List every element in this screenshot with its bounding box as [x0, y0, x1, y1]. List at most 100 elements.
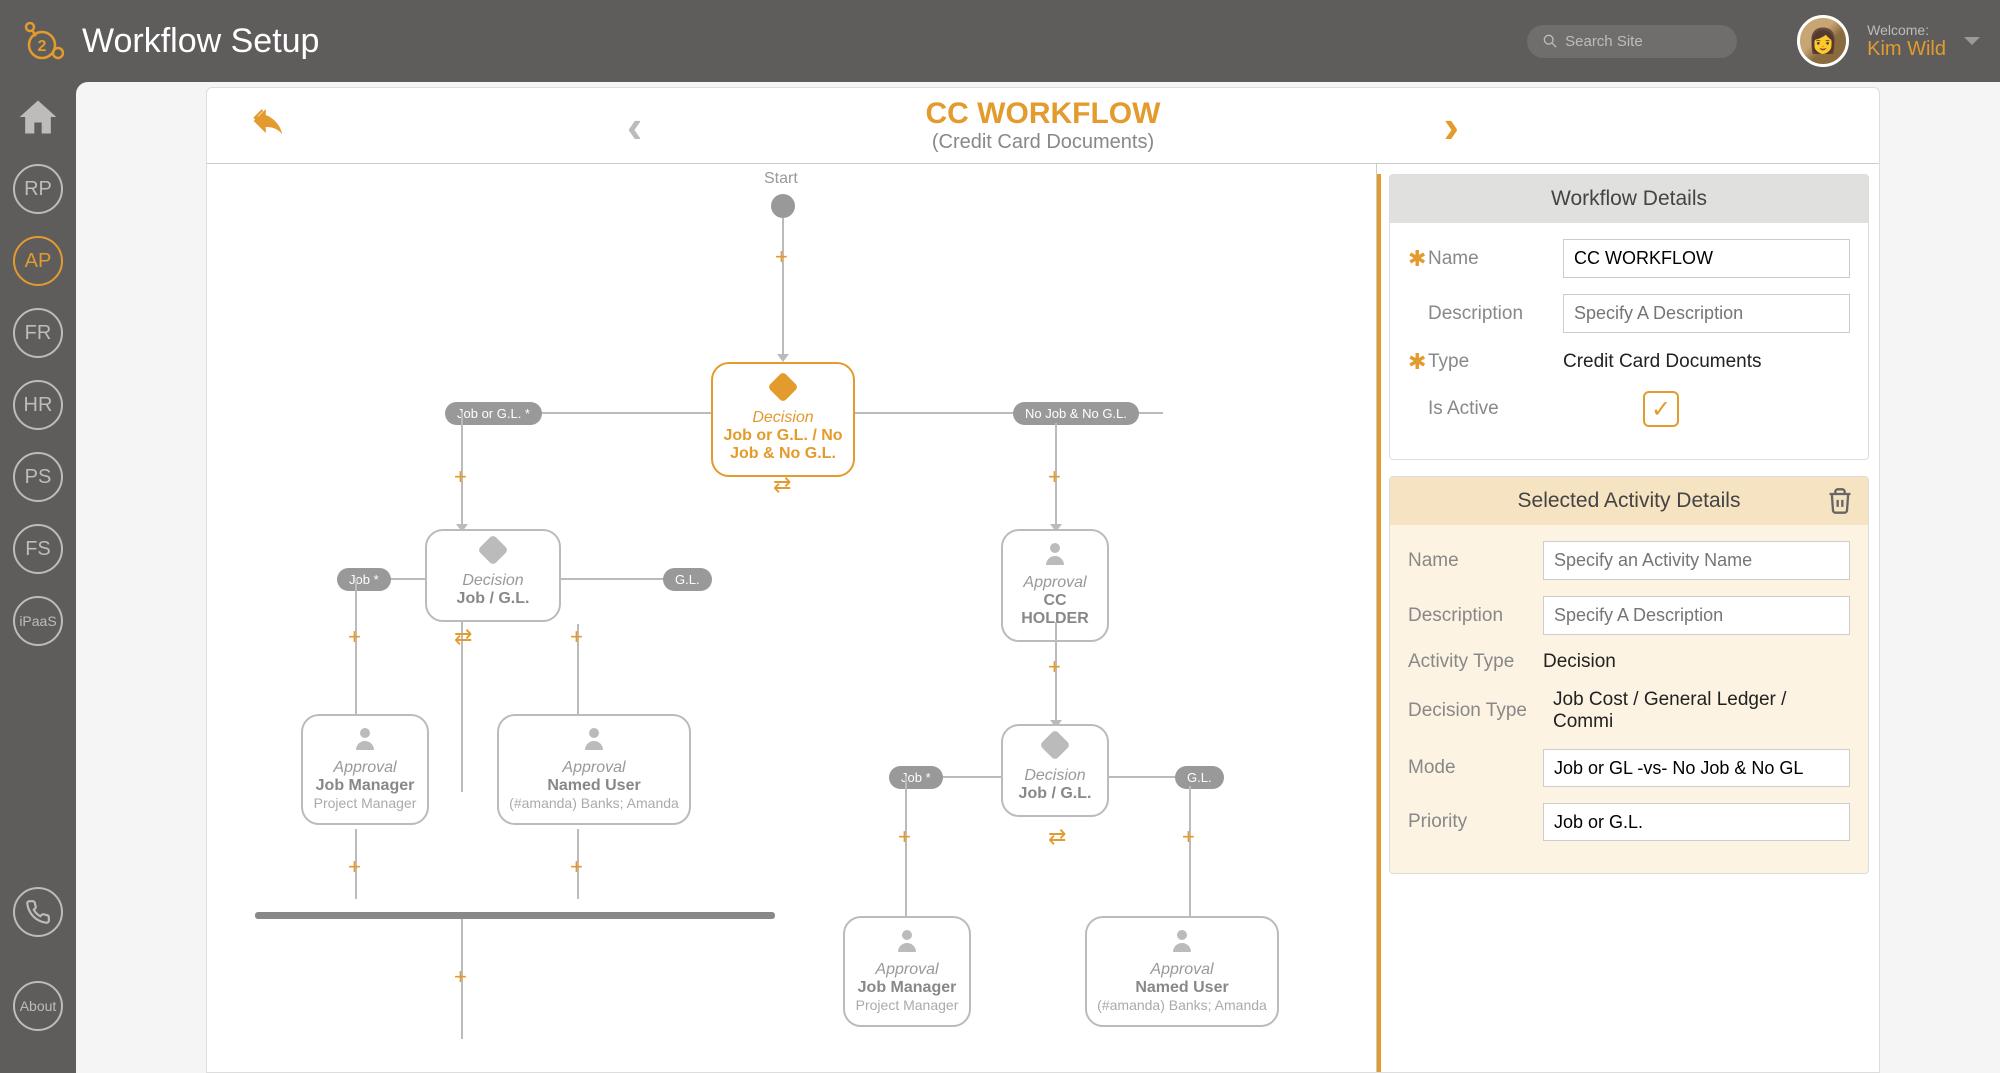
swap-icon[interactable]: ⇄ [773, 472, 791, 498]
app-header: 2 Workflow Setup 👩 Welcome: Kim Wild [0, 0, 2000, 82]
required-icon: ✱ [1408, 246, 1422, 272]
start-label: Start [764, 170, 798, 188]
branch-pill-nojob-nogl[interactable]: No Job & No G.L. [1013, 402, 1139, 425]
start-node[interactable] [771, 194, 795, 218]
workflow-type-value: Credit Card Documents [1563, 351, 1850, 373]
sidebar-item-hr[interactable]: HR [13, 380, 63, 430]
priority-label: Priority [1408, 811, 1543, 833]
user-name: Kim Wild [1867, 38, 1946, 61]
sidebar-item-ps[interactable]: PS [13, 452, 63, 502]
delete-activity-button[interactable] [1826, 487, 1854, 515]
node-subtitle: Project Manager [853, 997, 961, 1013]
search-input[interactable] [1565, 33, 1721, 50]
activity-details-card: Selected Activity Details Name Descripti… [1389, 476, 1869, 874]
swap-icon[interactable]: ⇄ [1048, 824, 1066, 850]
workflow-canvas[interactable]: Start + Decision Job or G.L. / No Job & … [207, 164, 1377, 1072]
add-step-button[interactable]: + [454, 964, 467, 990]
panel-splitter[interactable] [1377, 174, 1381, 1072]
app-logo: 2 [20, 19, 64, 63]
sidebar-item-ipaas[interactable]: iPaaS [13, 596, 63, 646]
approval-node-nameduser2[interactable]: Approval Named User (#amanda) Banks; Ama… [1085, 916, 1279, 1027]
branch-pill-job2[interactable]: Job * [889, 766, 943, 789]
workflow-title-block: CC WORKFLOW (Credit Card Documents) [207, 97, 1879, 154]
branch-pill-gl[interactable]: G.L. [663, 568, 712, 591]
workflow-title: CC WORKFLOW [207, 97, 1879, 131]
workflow-panel: ‹ CC WORKFLOW (Credit Card Documents) › … [206, 87, 1880, 1073]
node-subtitle: (#amanda) Banks; Amanda [1095, 997, 1269, 1013]
approval-node-jobmanager2[interactable]: Approval Job Manager Project Manager [843, 916, 971, 1027]
page-title: Workflow Setup [82, 22, 1527, 61]
branch-pill-job-or-gl[interactable]: Job or G.L. * [445, 402, 542, 425]
back-button[interactable] [247, 103, 283, 148]
node-type: Approval [311, 759, 419, 777]
active-label: Is Active [1428, 398, 1563, 420]
activity-desc-input[interactable] [1543, 596, 1850, 635]
node-name: Job / G.L. [435, 590, 551, 608]
decision-type-value: Job Cost / General Ledger / Commi [1553, 689, 1850, 733]
mode-label: Mode [1408, 757, 1543, 779]
add-step-button[interactable]: + [570, 854, 583, 880]
user-meta: Welcome: Kim Wild [1867, 22, 1946, 61]
required-icon: ✱ [1408, 349, 1422, 375]
activity-type-label: Activity Type [1408, 651, 1543, 673]
node-type: Decision [721, 409, 845, 427]
next-workflow-button[interactable]: › [1444, 99, 1459, 153]
diamond-icon [1039, 729, 1070, 760]
node-type: Decision [435, 572, 551, 590]
branch-pill-gl2[interactable]: G.L. [1175, 766, 1224, 789]
workflow-header: ‹ CC WORKFLOW (Credit Card Documents) › [207, 88, 1879, 164]
activity-name-label: Name [1408, 550, 1543, 572]
priority-select[interactable]: Job or G.L. [1543, 803, 1850, 841]
add-step-button[interactable]: + [454, 464, 467, 490]
add-step-button[interactable]: + [1182, 824, 1195, 850]
mode-select[interactable]: Job or GL -vs- No Job & No GL [1543, 749, 1850, 787]
sidebar-item-fs[interactable]: FS [13, 524, 63, 574]
node-name: Job Manager [311, 777, 419, 795]
add-step-button[interactable]: + [348, 854, 361, 880]
activity-name-input[interactable] [1543, 541, 1850, 580]
sidebar-about[interactable]: About [13, 981, 63, 1031]
add-step-button[interactable]: + [1048, 464, 1061, 490]
person-icon [896, 930, 918, 952]
approval-node-nameduser[interactable]: Approval Named User (#amanda) Banks; Ama… [497, 714, 691, 825]
arrow-icon [777, 354, 789, 362]
search-container[interactable] [1527, 25, 1737, 58]
workflow-details-title: Workflow Details [1390, 175, 1868, 223]
user-avatar[interactable]: 👩 [1797, 15, 1849, 67]
connector [561, 578, 677, 580]
add-step-button[interactable]: + [775, 244, 788, 270]
is-active-checkbox[interactable]: ✓ [1643, 391, 1679, 427]
node-type: Decision [1011, 767, 1099, 785]
sidebar: RP AP FR HR PS FS iPaaS About [0, 82, 76, 1073]
branch-pill-job[interactable]: Job * [337, 568, 391, 591]
node-name: Named User [1095, 979, 1269, 997]
add-step-button[interactable]: + [570, 624, 583, 650]
add-step-button[interactable]: + [1048, 654, 1061, 680]
node-type: Approval [507, 759, 681, 777]
decision-node-jobgl[interactable]: Decision Job / G.L. [425, 529, 561, 622]
merge-node[interactable] [255, 912, 775, 919]
decision-node-root[interactable]: Decision Job or G.L. / No Job & No G.L. [711, 362, 855, 477]
approval-node-jobmanager[interactable]: Approval Job Manager Project Manager [301, 714, 429, 825]
sidebar-item-rp[interactable]: RP [13, 164, 63, 214]
workflow-desc-input[interactable] [1563, 294, 1850, 333]
user-menu-caret[interactable] [1964, 37, 1980, 45]
search-icon [1543, 33, 1557, 49]
sidebar-item-fr[interactable]: FR [13, 308, 63, 358]
sidebar-item-ap[interactable]: AP [13, 236, 63, 286]
sidebar-contact[interactable] [13, 887, 63, 937]
swap-icon[interactable]: ⇄ [454, 624, 472, 650]
sidebar-home[interactable] [13, 92, 63, 142]
workflow-subtitle: (Credit Card Documents) [207, 131, 1879, 154]
add-step-button[interactable]: + [348, 624, 361, 650]
diamond-icon [477, 534, 508, 565]
svg-text:2: 2 [38, 38, 47, 55]
workflow-name-input[interactable] [1563, 239, 1850, 278]
add-step-button[interactable]: + [898, 824, 911, 850]
prev-workflow-button[interactable]: ‹ [627, 99, 642, 153]
person-icon [1171, 930, 1193, 952]
content-area: ‹ CC WORKFLOW (Credit Card Documents) › … [76, 82, 2000, 1073]
node-subtitle: Project Manager [311, 795, 419, 811]
welcome-label: Welcome: [1867, 22, 1946, 38]
decision-node-jobgl2[interactable]: Decision Job / G.L. [1001, 724, 1109, 817]
